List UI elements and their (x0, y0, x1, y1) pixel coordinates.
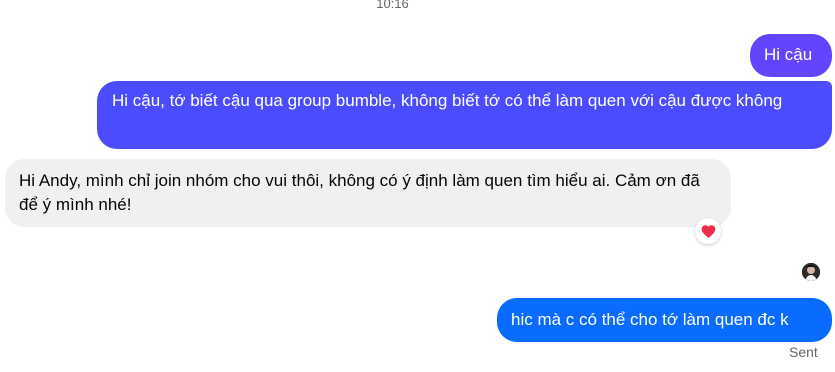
outgoing-message-bubble[interactable]: hic mà c có thể cho tớ làm quen đc k (497, 298, 832, 342)
message-status: Sent (789, 344, 818, 360)
heart-icon (701, 224, 715, 238)
messenger-chat: 10:16 Hi cậu Hi cậu, tớ biết cậu qua gro… (0, 0, 835, 372)
heart-reaction[interactable] (695, 218, 721, 244)
outgoing-message-bubble[interactable]: Hi cậu (750, 34, 832, 77)
avatar-icon (802, 263, 820, 281)
outgoing-message-bubble[interactable]: Hi cậu, tớ biết cậu qua group bumble, kh… (97, 81, 832, 149)
message-timestamp: 10:16 (376, 0, 409, 11)
incoming-message-bubble[interactable]: Hi Andy, mình chỉ join nhóm cho vui thôi… (5, 159, 731, 227)
seen-avatar (802, 263, 820, 281)
